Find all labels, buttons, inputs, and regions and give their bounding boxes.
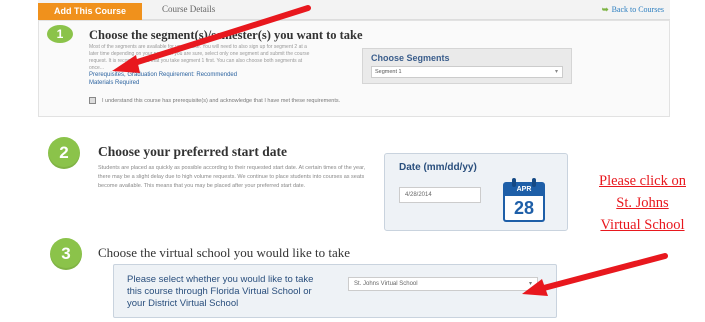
calendar-day: 28 <box>503 196 545 222</box>
start-date-description: Students are placed as quickly as possib… <box>98 165 366 189</box>
segment-description: Most of the segments are available for y… <box>89 44 310 71</box>
materials-link[interactable]: Materials Required <box>89 79 237 87</box>
instruction-line-3: Virtual School <box>600 217 685 233</box>
calendar-ring-left <box>512 178 516 187</box>
acknowledge-text: I understand this course has prerequisit… <box>102 97 341 104</box>
chevron-down-icon: ▾ <box>528 281 532 287</box>
start-date-title: Choose your preferred start date <box>98 144 287 159</box>
instruction-line-2: St. Johns <box>616 195 669 211</box>
back-to-courses-label: Back to Courses <box>611 5 664 14</box>
acknowledge-checkbox[interactable] <box>89 97 96 104</box>
back-arrow-icon: ➥ <box>601 5 609 14</box>
prerequisites-link[interactable]: Prerequisites, Graduation Requirement: R… <box>89 71 237 79</box>
choose-segments-box: Choose Segments Segment 1 ▾ <box>362 48 572 84</box>
prerequisite-acknowledgement: I understand this course has prerequisit… <box>89 97 340 104</box>
segment-select-value: Segment 1 <box>375 69 402 75</box>
course-tab-bar: Add This Course Course Details ➥ Back to … <box>38 0 670 20</box>
step-2-badge: 2 <box>48 137 80 169</box>
virtual-school-box: Please select whether you would like to … <box>113 264 557 318</box>
tab-course-details[interactable]: Course Details <box>162 4 215 14</box>
start-date-input[interactable]: 4/28/2014 <box>399 187 481 203</box>
date-picker-box: Date (mm/dd/yy) 4/28/2014 APR 28 <box>384 153 568 231</box>
tab-add-this-course[interactable]: Add This Course <box>38 3 142 20</box>
calendar-ring-right <box>532 178 536 187</box>
choose-segments-label: Choose Segments <box>371 53 450 63</box>
instruction-note: Please click on St. Johns Virtual School <box>580 170 705 236</box>
virtual-school-question: Please select whether you would like to … <box>127 274 314 309</box>
segment-section: 1 Choose the segment(s)/semester(s) you … <box>38 20 670 117</box>
requirements-links: Prerequisites, Graduation Requirement: R… <box>89 71 237 87</box>
chevron-down-icon: ▾ <box>554 69 558 75</box>
step-3-badge: 3 <box>50 238 82 270</box>
virtual-school-select-value: St. Johns Virtual School <box>354 281 418 287</box>
segment-select[interactable]: Segment 1 ▾ <box>371 66 563 78</box>
instruction-line-1: Please click on <box>599 173 686 189</box>
segment-section-title: Choose the segment(s)/semester(s) you wa… <box>89 28 363 42</box>
step-1-badge: 1 <box>47 25 73 43</box>
virtual-school-title: Choose the virtual school you would like… <box>98 245 351 260</box>
back-to-courses-link[interactable]: ➥ Back to Courses <box>602 5 664 14</box>
calendar-month: APR <box>503 182 545 196</box>
calendar-icon[interactable]: APR 28 <box>503 178 545 222</box>
date-label: Date (mm/dd/yy) <box>399 162 477 173</box>
virtual-school-select[interactable]: St. Johns Virtual School ▾ <box>348 277 538 291</box>
